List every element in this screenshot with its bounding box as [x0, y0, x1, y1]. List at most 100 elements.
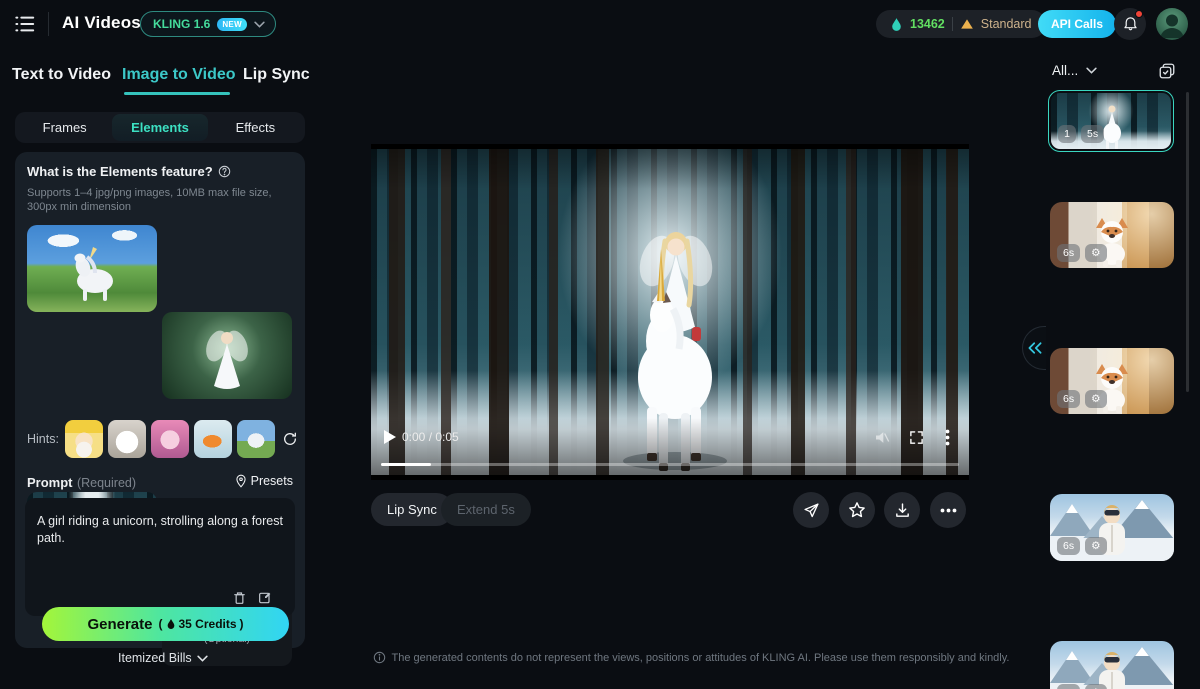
extend-5s-button[interactable]: Extend 5s: [441, 493, 531, 526]
chevron-down-icon: [196, 655, 208, 662]
progress-bar[interactable]: [381, 463, 959, 466]
element-image-unicorn-painting[interactable]: [27, 225, 157, 312]
kling-ai-videos-app: AI Videos KLING 1.6 NEW 13462 Standard A…: [0, 0, 1200, 689]
lip-sync-label: Lip Sync: [387, 502, 437, 517]
prompt-label: Prompt: [27, 475, 73, 490]
prompt-required: (Required): [76, 476, 137, 490]
more-actions-button[interactable]: [930, 492, 966, 528]
history-item[interactable]: 6s ⚙: [1050, 641, 1174, 689]
history-item[interactable]: 6s ⚙: [1050, 348, 1174, 414]
duration-badge: 5s: [1081, 125, 1105, 143]
mute-icon[interactable]: [874, 430, 890, 445]
mode-segmented-control: Frames Elements Effects: [15, 112, 305, 143]
duration-badge: 6s: [1057, 244, 1081, 262]
extend-label: Extend 5s: [457, 502, 515, 517]
standard-plan-icon: [960, 18, 974, 30]
plan-label: Standard: [980, 17, 1032, 31]
generate-credits: 35 Credits: [178, 617, 237, 631]
new-badge: NEW: [217, 17, 247, 31]
elements-panel: What is the Elements feature? Supports 1…: [15, 152, 305, 666]
hint-thumb-cartoon-cat[interactable]: [151, 420, 189, 458]
collapse-sidebar-handle[interactable]: [1022, 326, 1046, 370]
refresh-hints-icon[interactable]: [282, 431, 298, 447]
time-display: 0:00 / 0:05: [402, 430, 459, 444]
clear-prompt-icon[interactable]: [232, 590, 247, 606]
fullscreen-icon[interactable]: [909, 430, 924, 445]
tab-elements[interactable]: Elements: [112, 114, 208, 141]
download-icon: [895, 502, 909, 517]
help-question-icon[interactable]: [218, 165, 231, 178]
feature-title-row: What is the Elements feature?: [27, 164, 231, 179]
history-item-selected[interactable]: 1 5s: [1048, 90, 1174, 152]
tab-text-to-video[interactable]: Text to Video: [12, 66, 111, 84]
notification-dot: [1135, 10, 1143, 18]
double-chevron-left-icon: [1028, 342, 1041, 354]
footer-disclaimer: The generated contents do not represent …: [371, 651, 1011, 664]
sidebar-scrollbar[interactable]: [1186, 92, 1189, 392]
polish-prompt-icon[interactable]: [257, 590, 273, 606]
generate-drop-icon: [166, 618, 176, 630]
tab-image-to-video[interactable]: Image to Video: [122, 66, 236, 84]
paper-plane-icon: [803, 502, 819, 517]
share-button[interactable]: [793, 492, 829, 528]
menu-icon[interactable]: [14, 14, 36, 34]
index-badge: 1: [1058, 125, 1076, 143]
tab-effects[interactable]: Effects: [208, 114, 303, 141]
duration-badge: 6s: [1057, 684, 1081, 689]
credits-plan-pill[interactable]: 13462 Standard: [876, 10, 1046, 38]
favorite-button[interactable]: [839, 492, 875, 528]
bell-icon: [1123, 16, 1138, 32]
prompt-label-row: Prompt (Required): [27, 474, 136, 492]
tab-lip-sync[interactable]: Lip Sync: [243, 66, 310, 84]
header-divider: [48, 12, 49, 36]
paren-close: ): [239, 617, 244, 631]
history-filter-dropdown[interactable]: All...: [1052, 63, 1097, 78]
play-button[interactable]: [383, 430, 396, 444]
multi-select-icon[interactable]: [1158, 62, 1176, 80]
hints-label: Hints:: [27, 432, 59, 446]
badge-gear-icon: ⚙: [1085, 537, 1107, 555]
feature-title: What is the Elements feature?: [27, 164, 213, 179]
player-controls: 0:00 / 0:05: [371, 418, 969, 480]
hint-thumb-unicorn[interactable]: [237, 420, 275, 458]
hint-thumb-goldfish[interactable]: [194, 420, 232, 458]
history-item[interactable]: 6s ⚙: [1050, 202, 1174, 268]
generate-button[interactable]: Generate ( 35 Credits ): [42, 607, 289, 641]
download-button[interactable]: [884, 492, 920, 528]
pin-icon: [235, 474, 247, 488]
duration-badge: 6s: [1057, 537, 1081, 555]
notifications-button[interactable]: [1114, 8, 1146, 40]
info-icon: [373, 651, 385, 664]
hint-thumb-old-man[interactable]: [65, 420, 103, 458]
feature-description: Supports 1–4 jpg/png images, 10MB max fi…: [27, 187, 272, 213]
avatar[interactable]: [1156, 8, 1188, 40]
presets-button[interactable]: Presets: [235, 474, 293, 488]
badge-gear-icon: ⚙: [1085, 684, 1107, 689]
presets-label: Presets: [250, 474, 293, 488]
api-calls-button[interactable]: API Calls: [1038, 10, 1117, 38]
disclaimer-text: The generated contents do not represent …: [391, 651, 1010, 664]
itemized-bills-toggle[interactable]: Itemized Bills: [118, 651, 208, 665]
filter-label: All...: [1052, 63, 1079, 78]
badge-gear-icon: ⚙: [1085, 390, 1107, 408]
model-name: KLING 1.6: [153, 17, 211, 31]
player-more-icon[interactable]: [945, 429, 950, 446]
duration-badge: 6s: [1057, 390, 1081, 408]
history-item[interactable]: 6s ⚙: [1050, 494, 1174, 561]
prompt-textarea[interactable]: A girl riding a unicorn, strolling along…: [25, 498, 295, 616]
element-image-fairy[interactable]: [162, 312, 292, 399]
ellipsis-icon: [940, 508, 956, 512]
active-tab-underline: [124, 92, 230, 95]
model-selector[interactable]: KLING 1.6 NEW: [140, 11, 276, 37]
paren-open: (: [158, 617, 163, 631]
badge-gear-icon: ⚙: [1085, 244, 1107, 262]
video-player[interactable]: 0:00 / 0:05: [371, 144, 969, 480]
history-thumb-unicorn: 1 5s: [1051, 93, 1171, 149]
prompt-value: A girl riding a unicorn, strolling along…: [37, 514, 283, 545]
hint-thumb-puppy[interactable]: [108, 420, 146, 458]
tab-frames[interactable]: Frames: [17, 114, 112, 141]
pill-divider: [951, 17, 953, 31]
chevron-down-icon: [254, 21, 265, 28]
page-title: AI Videos: [62, 13, 141, 32]
chevron-down-icon: [1086, 67, 1097, 74]
